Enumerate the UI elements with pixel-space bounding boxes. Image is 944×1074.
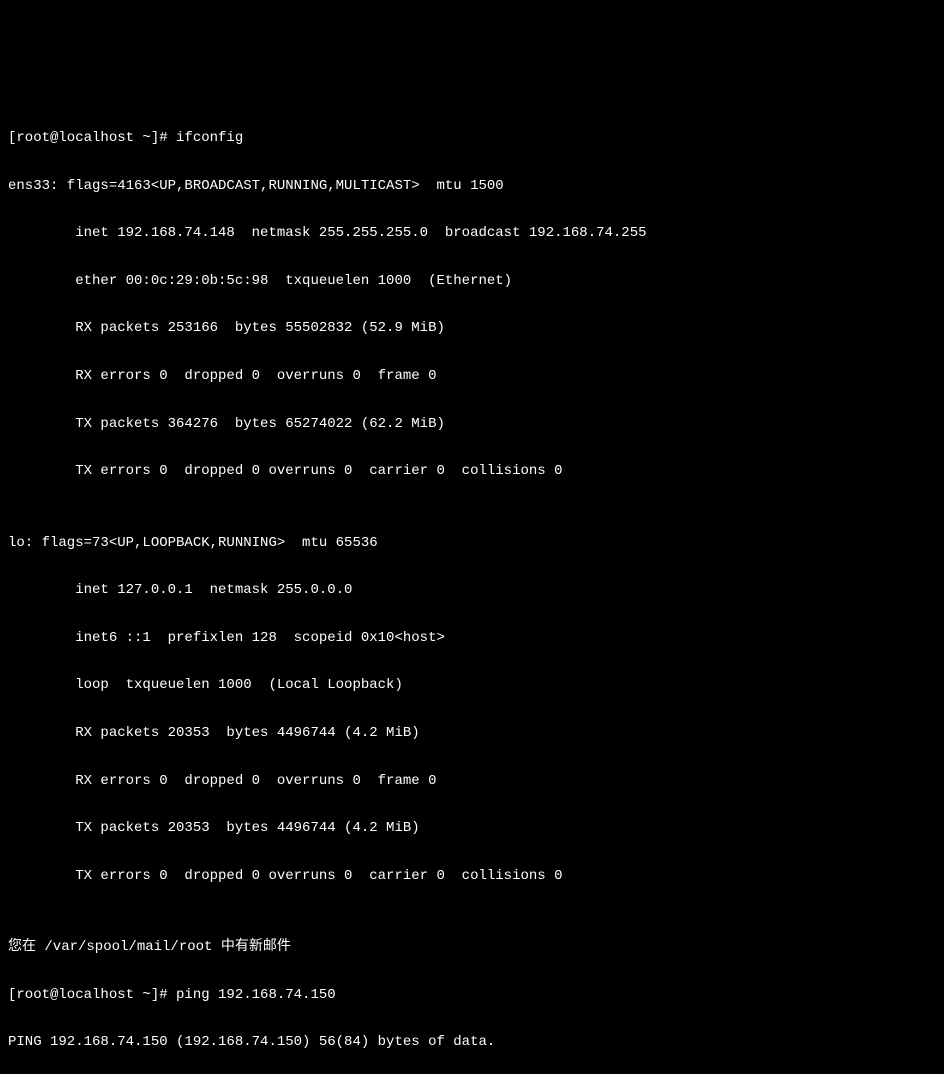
ifconfig-ens33-inet: inet 192.168.74.148 netmask 255.255.255.… bbox=[8, 222, 936, 246]
ifconfig-lo-loop: loop txqueuelen 1000 (Local Loopback) bbox=[8, 674, 936, 698]
ifconfig-ens33-flags: ens33: flags=4163<UP,BROADCAST,RUNNING,M… bbox=[8, 175, 936, 199]
ifconfig-lo-rx-packets: RX packets 20353 bytes 4496744 (4.2 MiB) bbox=[8, 722, 936, 746]
ifconfig-lo-tx-errors: TX errors 0 dropped 0 overruns 0 carrier… bbox=[8, 865, 936, 889]
ifconfig-lo-inet: inet 127.0.0.1 netmask 255.0.0.0 bbox=[8, 579, 936, 603]
ifconfig-ens33-ether: ether 00:0c:29:0b:5c:98 txqueuelen 1000 … bbox=[8, 270, 936, 294]
prompt-line-ifconfig: [root@localhost ~]# ifconfig bbox=[8, 127, 936, 151]
prompt-line-ping: [root@localhost ~]# ping 192.168.74.150 bbox=[8, 984, 936, 1008]
mail-notification: 您在 /var/spool/mail/root 中有新邮件 bbox=[8, 936, 936, 960]
ifconfig-ens33-tx-packets: TX packets 364276 bytes 65274022 (62.2 M… bbox=[8, 413, 936, 437]
ifconfig-lo-rx-errors: RX errors 0 dropped 0 overruns 0 frame 0 bbox=[8, 770, 936, 794]
ifconfig-lo-inet6: inet6 ::1 prefixlen 128 scopeid 0x10<hos… bbox=[8, 627, 936, 651]
terminal-output[interactable]: [root@localhost ~]# ifconfig ens33: flag… bbox=[8, 103, 936, 624]
ifconfig-ens33-tx-errors: TX errors 0 dropped 0 overruns 0 carrier… bbox=[8, 460, 936, 484]
ifconfig-ens33-rx-packets: RX packets 253166 bytes 55502832 (52.9 M… bbox=[8, 317, 936, 341]
ifconfig-lo-tx-packets: TX packets 20353 bytes 4496744 (4.2 MiB) bbox=[8, 817, 936, 841]
ifconfig-lo-flags: lo: flags=73<UP,LOOPBACK,RUNNING> mtu 65… bbox=[8, 532, 936, 556]
ping-header: PING 192.168.74.150 (192.168.74.150) 56(… bbox=[8, 1031, 936, 1055]
ifconfig-ens33-rx-errors: RX errors 0 dropped 0 overruns 0 frame 0 bbox=[8, 365, 936, 389]
